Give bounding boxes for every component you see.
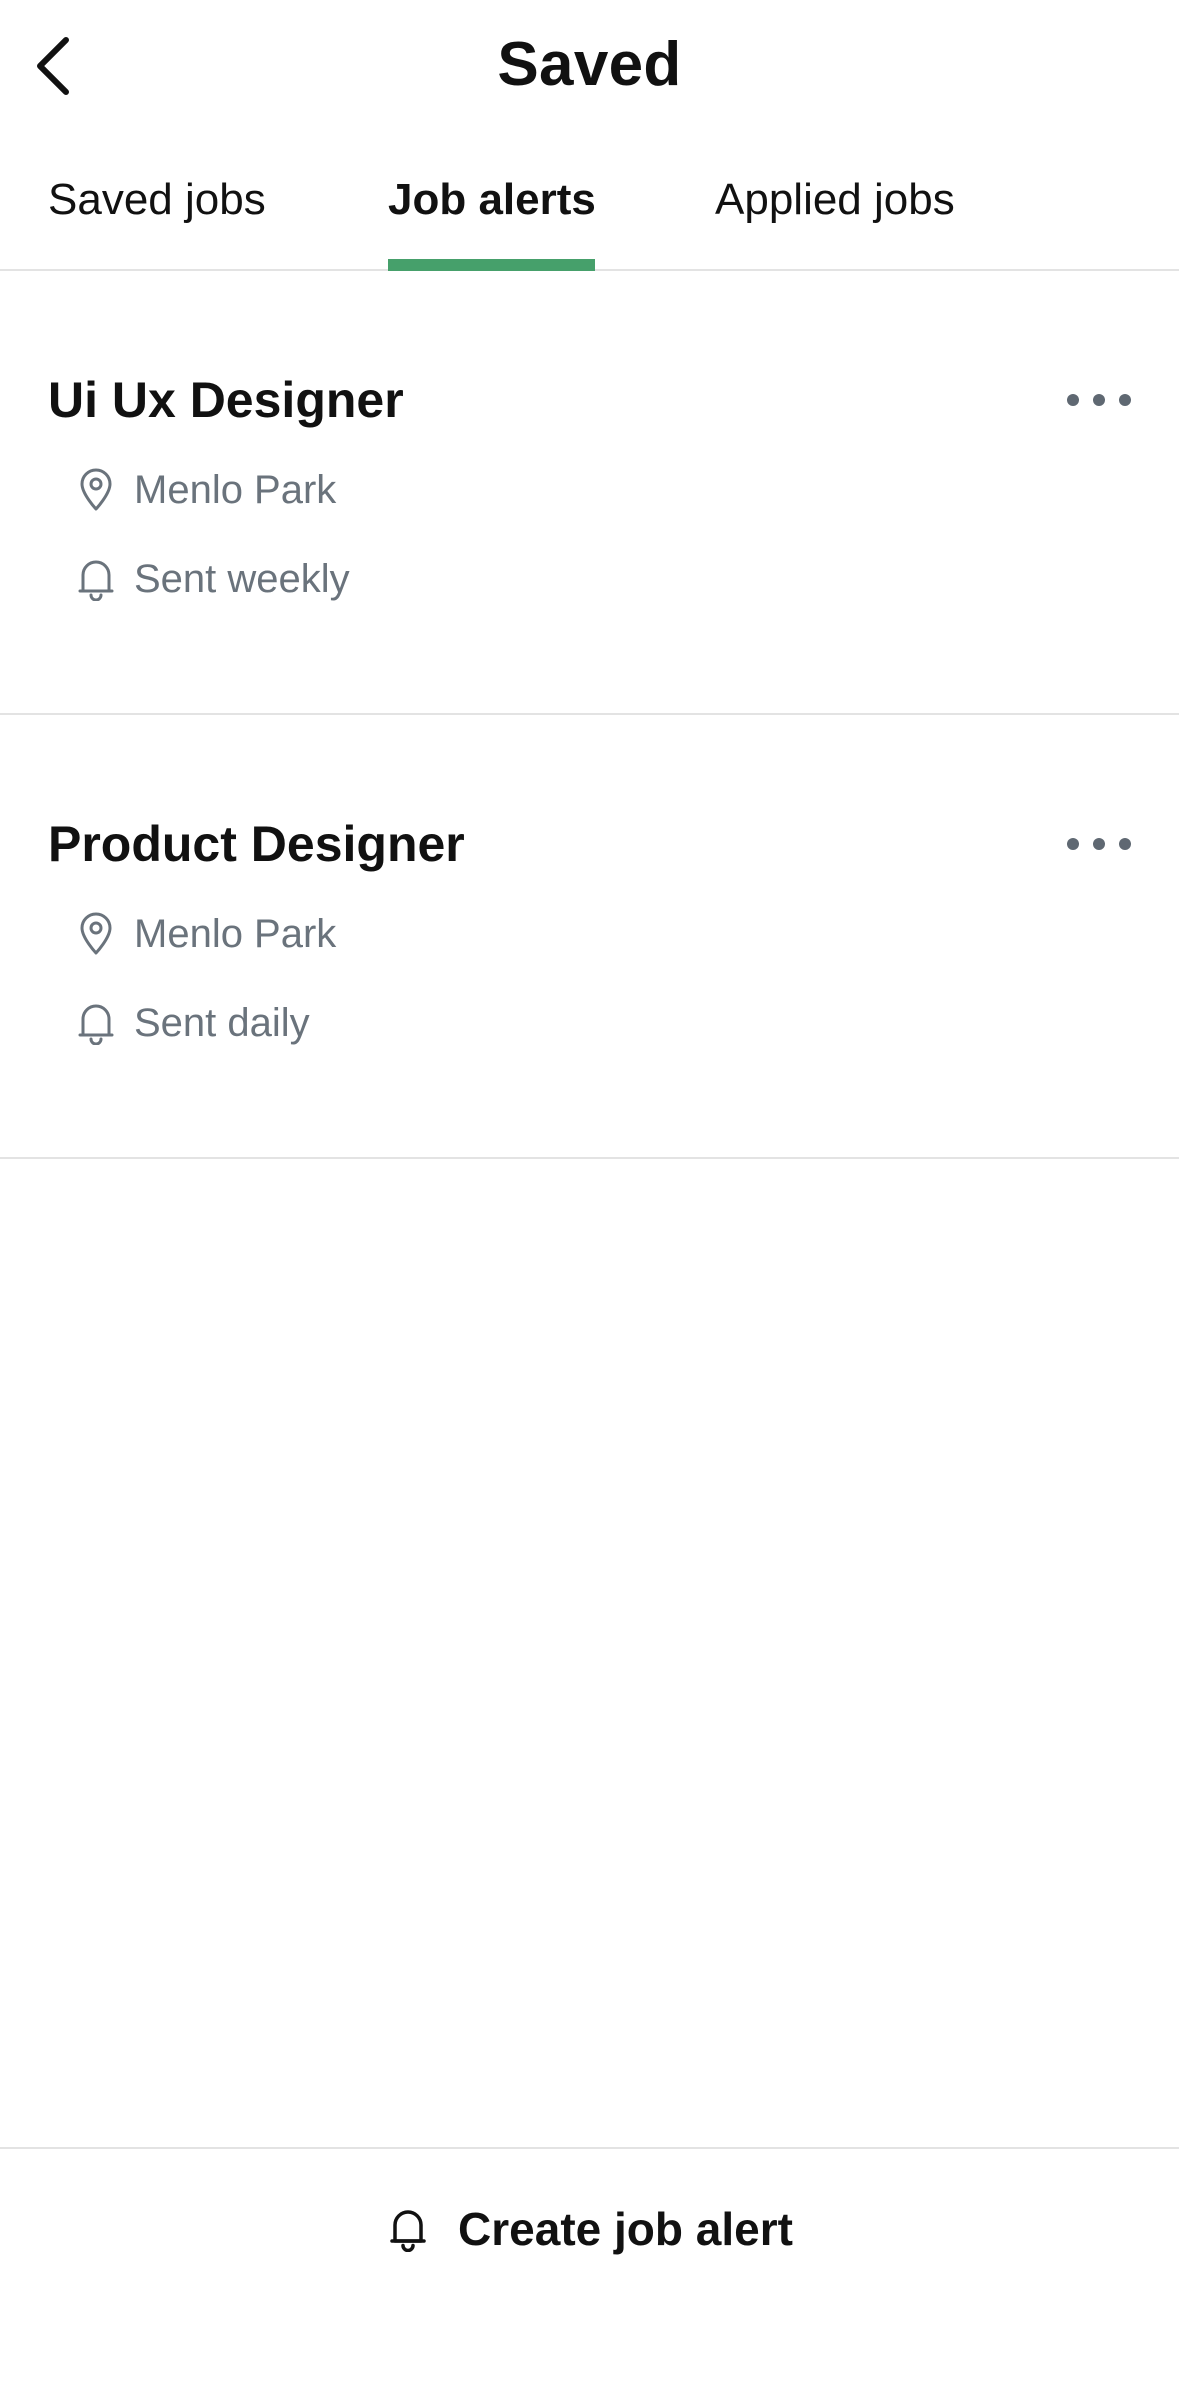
tab-applied-jobs[interactable]: Applied jobs <box>715 172 955 228</box>
alert-frequency: Sent weekly <box>134 557 350 601</box>
bell-icon <box>386 2205 430 2253</box>
job-alert-card[interactable]: Product Designer Menlo Park Sent daily <box>0 715 1179 1159</box>
job-alert-card[interactable]: Ui Ux Designer Menlo Park Sent weekly <box>0 271 1179 715</box>
more-options-button[interactable] <box>1059 375 1139 425</box>
more-horizontal-icon-dot <box>1119 838 1131 850</box>
alert-frequency-row: Sent weekly <box>74 551 350 607</box>
tab-bar: Saved jobs Job alerts Applied jobs <box>0 132 1179 271</box>
page-title: Saved <box>497 30 682 99</box>
more-horizontal-icon-dot <box>1093 838 1105 850</box>
bell-icon <box>74 557 118 601</box>
location-pin-icon <box>74 912 118 956</box>
tab-saved-jobs[interactable]: Saved jobs <box>48 172 266 228</box>
alert-title[interactable]: Ui Ux Designer <box>48 369 404 431</box>
alert-frequency-row: Sent daily <box>74 995 310 1051</box>
bell-icon <box>74 1001 118 1045</box>
more-horizontal-icon-dot <box>1093 394 1105 406</box>
location-pin-icon <box>74 468 118 512</box>
create-job-alert-button[interactable]: Create job alert <box>0 2189 1179 2269</box>
alert-location-row: Menlo Park <box>74 906 336 962</box>
bottom-action-bar: Create job alert <box>0 2147 1179 2396</box>
create-job-alert-label: Create job alert <box>458 2203 793 2255</box>
active-tab-indicator <box>388 259 595 271</box>
more-options-button[interactable] <box>1059 819 1139 869</box>
header: Saved <box>0 0 1179 132</box>
alert-location: Menlo Park <box>134 468 337 512</box>
alert-location-row: Menlo Park <box>74 462 336 518</box>
alert-frequency: Sent daily <box>134 1001 310 1045</box>
more-horizontal-icon-dot <box>1119 394 1131 406</box>
alert-location: Menlo Park <box>134 912 337 956</box>
alert-title[interactable]: Product Designer <box>48 813 465 875</box>
more-horizontal-icon <box>1067 838 1079 850</box>
more-horizontal-icon <box>1067 394 1079 406</box>
tab-job-alerts[interactable]: Job alerts <box>388 172 596 228</box>
